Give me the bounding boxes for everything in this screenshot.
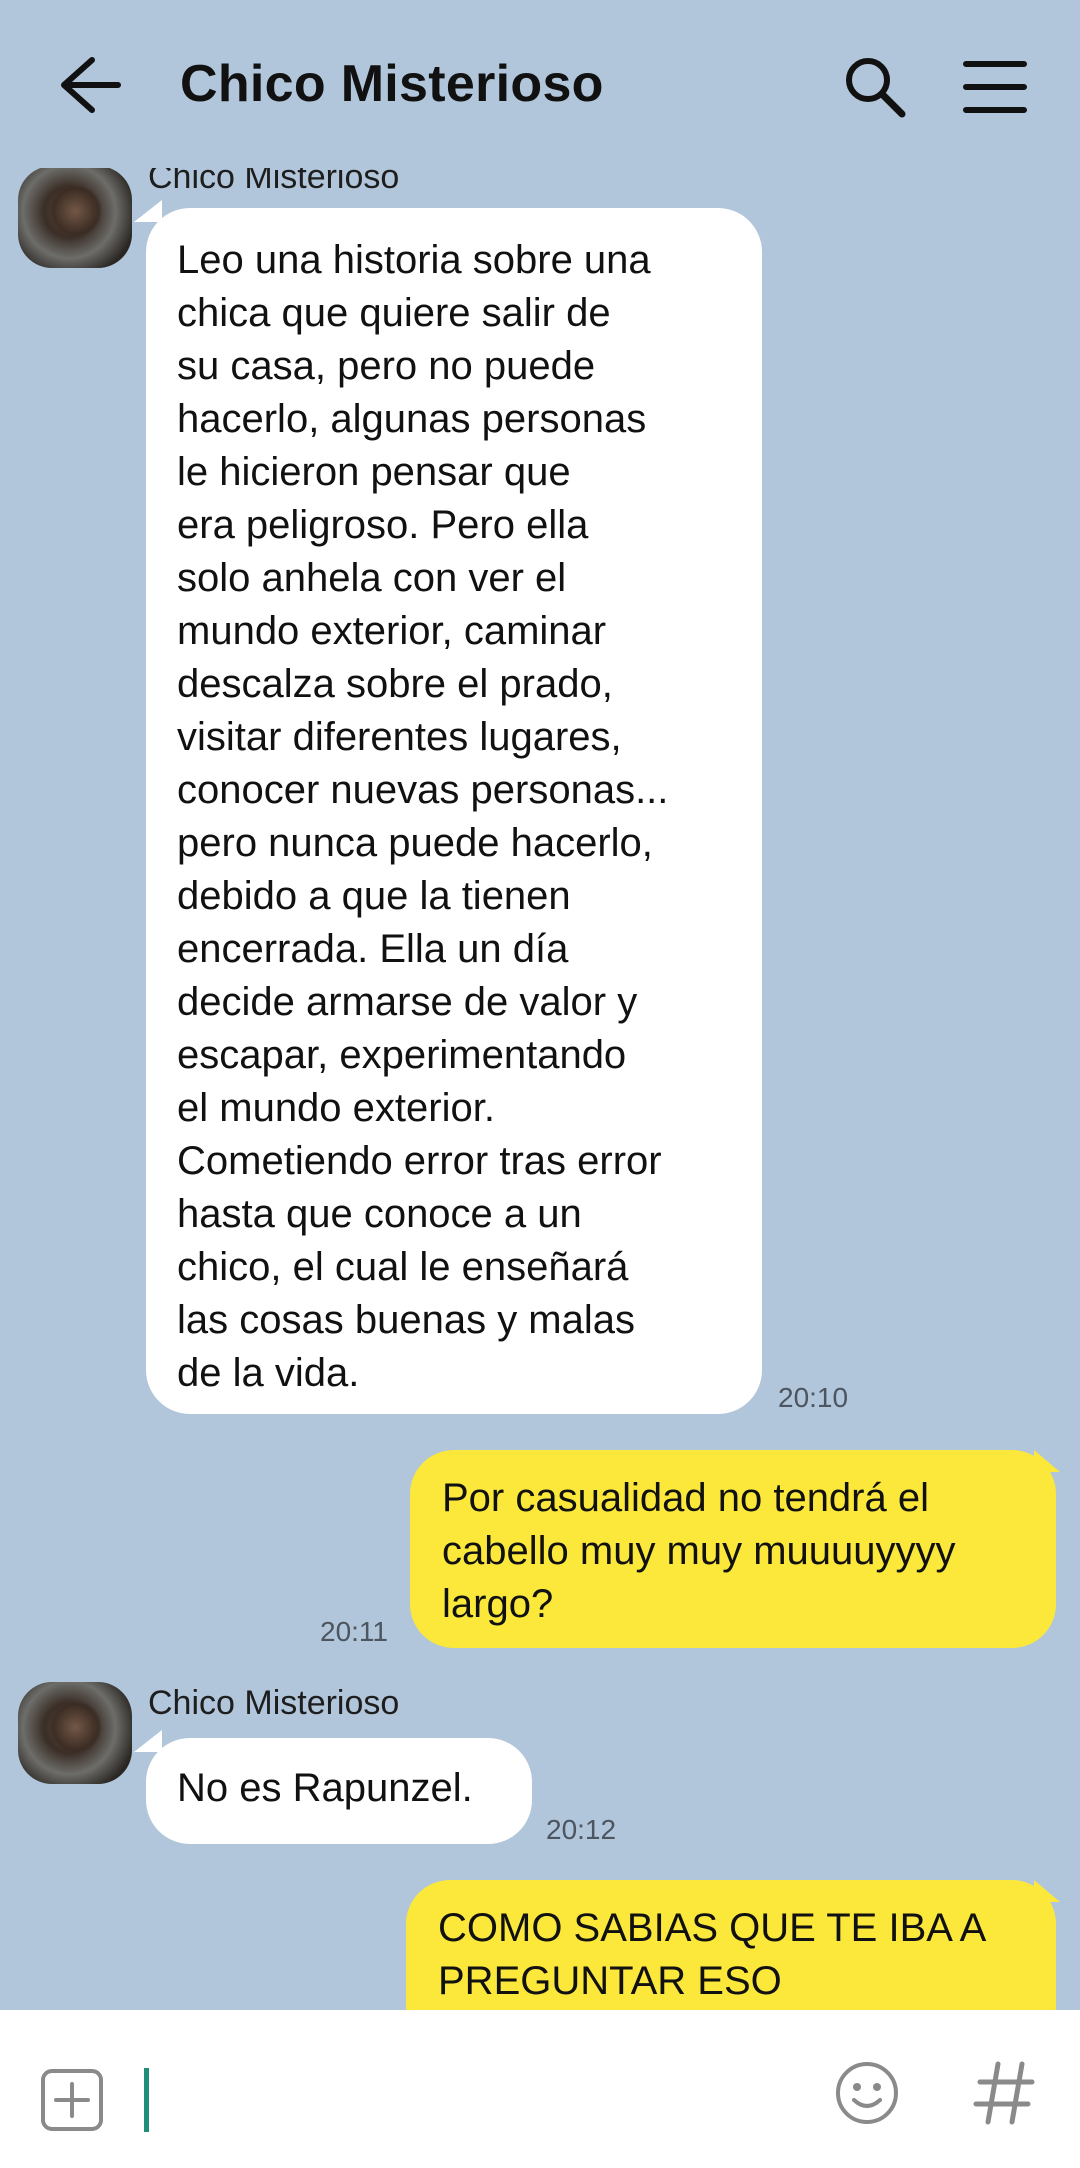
page-title: Chico Misterioso (180, 55, 604, 113)
message-bubble-outgoing[interactable]: Por casualidad no tendrá el cabello muy … (410, 1450, 1056, 1648)
hashtag-button[interactable] (972, 2058, 1038, 2128)
hashtag-icon (973, 2061, 1035, 2125)
emoji-button[interactable] (834, 2060, 900, 2126)
hamburger-menu-icon (963, 61, 1027, 113)
contact-avatar[interactable] (18, 1682, 132, 1784)
menu-button[interactable] (960, 56, 1030, 118)
contact-avatar[interactable] (18, 166, 132, 268)
message-input[interactable] (144, 2068, 149, 2132)
arrow-left-icon (61, 57, 121, 113)
smiley-icon (836, 2062, 898, 2124)
message-text: COMO SABIAS QUE TE IBA A PREGUNTAR ESO (438, 1906, 987, 2003)
message-text: Leo una historia sobre una chica que qui… (177, 238, 669, 1395)
message-timestamp: 20:10 (778, 1382, 849, 1413)
message-text: Por casualidad no tendrá el cabello muy … (442, 1476, 956, 1626)
sender-name: Chico Misterioso (148, 1684, 400, 1722)
add-attachment-button[interactable] (40, 2068, 104, 2132)
message-timestamp: 20:11 (320, 1616, 388, 1647)
message-composer (0, 2010, 1080, 2168)
chat-header: Chico Misterioso (0, 0, 1080, 168)
chat-area[interactable]: Chico Misterioso Leo una historia sobre … (0, 0, 1080, 2010)
message-bubble-incoming[interactable]: Leo una historia sobre una chica que qui… (146, 208, 762, 1414)
message-timestamp: 20:12 (546, 1814, 617, 1845)
message-bubble-incoming[interactable]: No es Rapunzel. (146, 1738, 532, 1844)
message-bubble-outgoing[interactable]: COMO SABIAS QUE TE IBA A PREGUNTAR ESO (406, 1880, 1056, 2010)
back-button[interactable] (52, 50, 128, 120)
plus-square-icon (41, 2069, 103, 2131)
search-icon (846, 58, 906, 118)
search-button[interactable] (840, 52, 910, 122)
message-text: No es Rapunzel. (177, 1766, 473, 1810)
